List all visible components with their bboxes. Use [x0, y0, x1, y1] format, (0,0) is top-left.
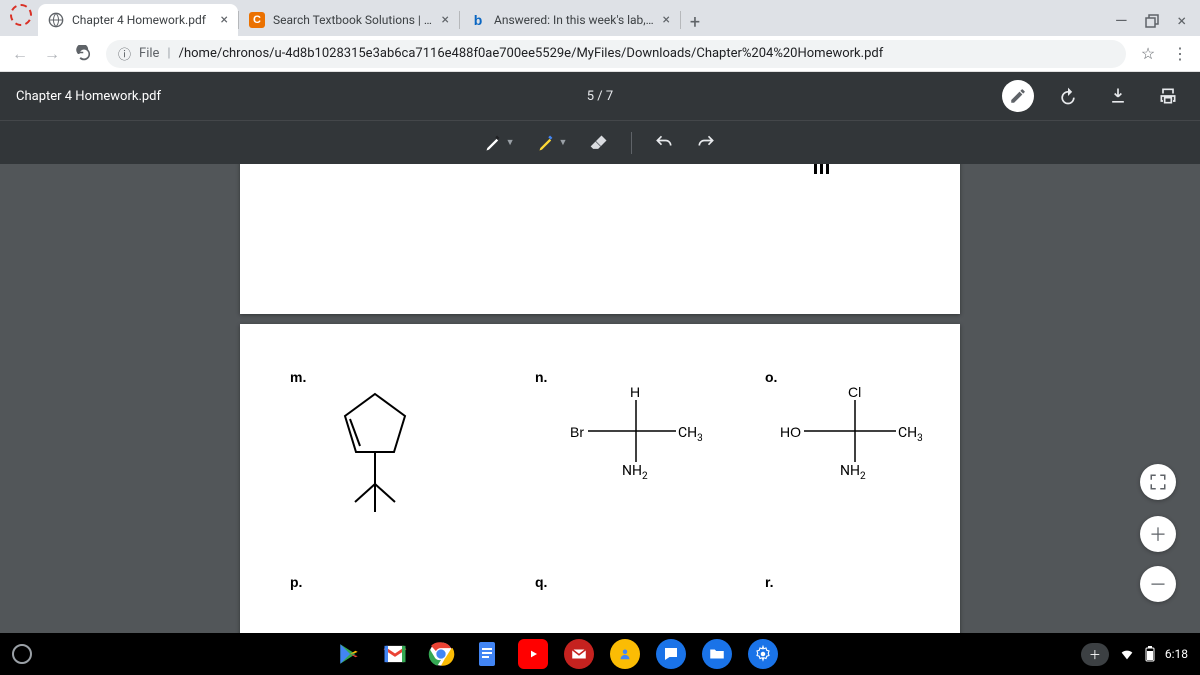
messages-icon[interactable] [656, 639, 686, 669]
separator [631, 132, 632, 154]
print-button[interactable] [1152, 80, 1184, 112]
problem-label-q: q. [535, 574, 547, 590]
bookmark-icon[interactable]: ☆ [1138, 44, 1158, 64]
launcher-button[interactable] [12, 644, 32, 664]
chevron-down-icon: ▼ [506, 137, 515, 148]
app-launcher-icon[interactable] [10, 4, 32, 26]
problem-label-r: r. [765, 574, 774, 590]
forward-button[interactable]: → [42, 44, 62, 64]
minimize-icon[interactable]: — [1115, 11, 1128, 30]
chromeos-shelf: ＋ 6:18 [0, 633, 1200, 675]
problem-label-m: m. [290, 369, 306, 385]
pdf-viewport[interactable]: m. n. o. p. q. r. H Br CH3 NH2 Cl HO CH3 [0, 164, 1200, 633]
download-button[interactable] [1102, 80, 1134, 112]
chrome-icon[interactable] [426, 639, 456, 669]
problem-label-o: o. [765, 369, 777, 385]
reload-button[interactable] [74, 44, 94, 64]
wifi-icon [1119, 646, 1135, 662]
new-tab-button[interactable]: + [681, 8, 709, 36]
address-bar[interactable]: ⓘ File | /home/chronos/u-4d8b1028315e3ab… [106, 40, 1126, 68]
pdf-favicon [48, 12, 64, 28]
back-button[interactable]: ← [10, 44, 30, 64]
structure-n: H Br CH3 NH2 [570, 384, 730, 484]
docs-icon[interactable] [472, 639, 502, 669]
tab-title: Answered: In this week's lab, we [494, 13, 657, 27]
bartleby-favicon: b [470, 12, 486, 28]
url-prefix: File [139, 46, 159, 61]
clock: 6:18 [1165, 647, 1188, 661]
eraser-tool[interactable] [589, 133, 609, 153]
url-path: /home/chronos/u-4d8b1028315e3ab6ca7116e4… [179, 46, 884, 61]
close-icon[interactable]: × [442, 12, 449, 28]
rotate-button[interactable] [1052, 80, 1084, 112]
tab-bartleby[interactable]: b Answered: In this week's lab, we × [460, 4, 680, 36]
problem-label-n: n. [535, 369, 547, 385]
page-indicator: 5 / 7 [587, 89, 613, 104]
tab-chegg[interactable]: C Search Textbook Solutions | Cheg × [239, 4, 459, 36]
restore-icon[interactable] [1145, 14, 1159, 28]
chevron-down-icon: ▼ [559, 137, 568, 148]
pdf-page-current: m. n. o. p. q. r. H Br CH3 NH2 Cl HO CH3 [240, 324, 960, 633]
status-tray[interactable]: ＋ 6:18 [1081, 643, 1188, 666]
youtube-icon[interactable] [518, 639, 548, 669]
info-icon[interactable]: ⓘ [118, 44, 131, 63]
tab-title: Search Textbook Solutions | Cheg [273, 13, 436, 27]
notification-plus-icon: ＋ [1089, 646, 1101, 663]
files-icon[interactable] [702, 639, 732, 669]
tab-title: Chapter 4 Homework.pdf [72, 13, 215, 27]
close-icon[interactable]: × [221, 12, 228, 28]
annotate-button[interactable] [1002, 80, 1034, 112]
undo-button[interactable] [654, 133, 674, 153]
fit-page-button[interactable] [1140, 464, 1176, 500]
gmail-icon[interactable] [380, 639, 410, 669]
zoom-out-button[interactable]: － [1140, 566, 1176, 602]
close-window-icon[interactable]: × [1177, 11, 1186, 30]
pen-tool[interactable]: ▼ [484, 133, 515, 153]
highlighter-icon [537, 133, 557, 153]
url-sep: | [167, 46, 170, 61]
menu-icon[interactable]: ⋮ [1170, 44, 1190, 64]
chegg-favicon: C [249, 12, 265, 28]
close-icon[interactable]: × [663, 12, 670, 28]
settings-icon[interactable] [748, 639, 778, 669]
play-store-icon[interactable] [334, 639, 364, 669]
battery-icon [1145, 646, 1155, 662]
tab-active[interactable]: Chapter 4 Homework.pdf × [38, 4, 238, 36]
structure-m [330, 384, 420, 524]
pen-icon [484, 133, 504, 153]
pdf-filename: Chapter 4 Homework.pdf [16, 89, 1002, 104]
mail-icon[interactable] [564, 639, 594, 669]
highlighter-tool[interactable]: ▼ [537, 133, 568, 153]
problem-label-p: p. [290, 574, 302, 590]
structure-o: Cl HO CH3 NH2 [780, 384, 950, 484]
zoom-in-button[interactable]: ＋ [1140, 516, 1176, 552]
contacts-icon[interactable] [610, 639, 640, 669]
pdf-page-prev [240, 164, 960, 314]
redo-button[interactable] [696, 133, 716, 153]
